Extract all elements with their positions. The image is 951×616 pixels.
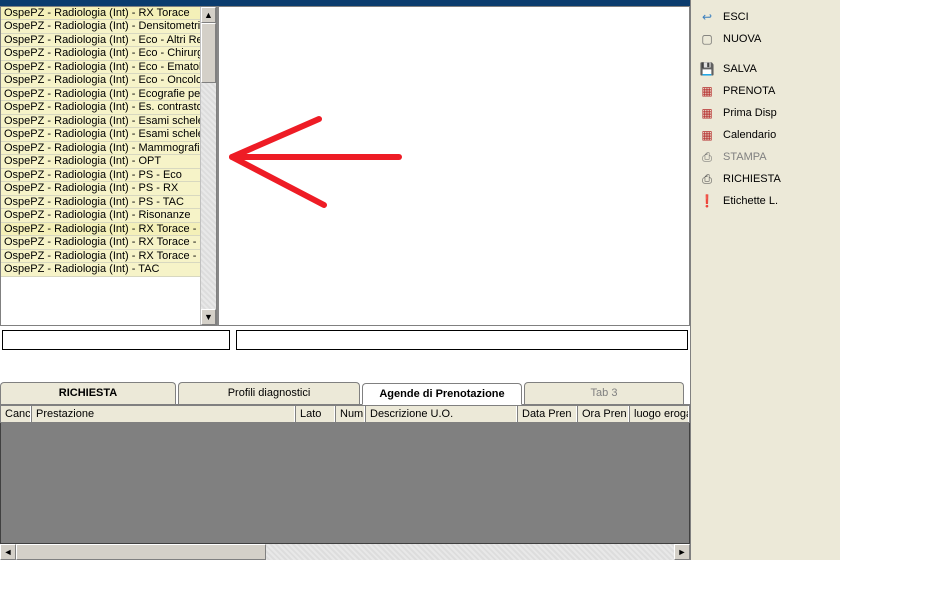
agenda-list: OspePZ - Radiologia (Int) - RX ToraceOsp…: [0, 6, 217, 326]
grid-column-header[interactable]: Num: [335, 406, 365, 422]
grid-column-header[interactable]: Prestazione: [31, 406, 295, 422]
scroll-down-button[interactable]: ▼: [201, 309, 216, 325]
agenda-list-item[interactable]: OspePZ - Radiologia (Int) - Es. contrast…: [1, 101, 200, 115]
stampa-icon: ⎙: [699, 149, 715, 165]
agenda-list-item[interactable]: OspePZ - Radiologia (Int) - PS - TAC: [1, 196, 200, 210]
grid-column-header[interactable]: luogo erogaz: [629, 406, 689, 422]
agenda-list-item[interactable]: OspePZ - Radiologia (Int) - Eco - Ematol…: [1, 61, 200, 75]
hscroll-left-button[interactable]: ◄: [0, 544, 16, 560]
grid-column-header[interactable]: Canc: [1, 406, 31, 422]
left-column: OspePZ - Radiologia (Int) - RX ToraceOsp…: [0, 0, 690, 560]
search-input-2[interactable]: [236, 330, 688, 350]
agenda-list-item[interactable]: OspePZ - Radiologia (Int) - Risonanze: [1, 209, 200, 223]
button-label: ESCI: [723, 11, 832, 23]
blank-area: [840, 0, 951, 560]
tab-tab3[interactable]: Tab 3: [524, 382, 684, 404]
agenda-list-item[interactable]: OspePZ - Radiologia (Int) - PS - Eco: [1, 169, 200, 183]
grid-hscroll[interactable]: ◄ ►: [0, 544, 690, 560]
grid-body: [0, 423, 690, 544]
etichette-icon: ❗: [699, 193, 715, 209]
grid-column-header[interactable]: Descrizione U.O.: [365, 406, 517, 422]
agenda-list-item[interactable]: OspePZ - Radiologia (Int) - RX Torace: [1, 7, 200, 21]
agenda-list-item[interactable]: OspePZ - Radiologia (Int) - Esami schele…: [1, 128, 200, 142]
button-label: Calendario: [723, 129, 832, 141]
agenda-list-item[interactable]: OspePZ - Radiologia (Int) - Mammografie: [1, 142, 200, 156]
grid-header: CancPrestazioneLatoNumDescrizione U.O.Da…: [0, 405, 690, 423]
tab-profili-diagnostici[interactable]: Profili diagnostici: [178, 382, 360, 404]
hscroll-track[interactable]: [16, 544, 674, 560]
prima-disp-icon: ▦: [699, 105, 715, 121]
grid-column-header[interactable]: Ora Pren: [577, 406, 629, 422]
search-row: [0, 326, 690, 354]
top-row: OspePZ - Radiologia (Int) - RX ToraceOsp…: [0, 0, 951, 560]
agenda-list-item[interactable]: OspePZ - Radiologia (Int) - Eco - Altri …: [1, 34, 200, 48]
prenota-button[interactable]: ▦ PRENOTA: [695, 80, 836, 102]
bottom-pad: [0, 560, 951, 610]
tab-agende-prenotazione[interactable]: Agende di Prenotazione: [362, 383, 522, 405]
main-content: OspePZ - Radiologia (Int) - RX ToraceOsp…: [0, 6, 690, 326]
hscroll-thumb[interactable]: [16, 544, 266, 560]
salva-icon: 💾: [699, 61, 715, 77]
agenda-list-item[interactable]: OspePZ - Radiologia (Int) - RX Torace - …: [1, 223, 200, 237]
esci-icon: ↩: [699, 9, 715, 25]
prenota-icon: ▦: [699, 83, 715, 99]
nuova-icon: ▢: [699, 31, 715, 47]
button-label: PRENOTA: [723, 85, 832, 97]
richiesta-button[interactable]: ⎙ RICHIESTA: [695, 168, 836, 190]
salva-button[interactable]: 💾 SALVA: [695, 58, 836, 80]
agenda-list-item[interactable]: OspePZ - Radiologia (Int) - OPT: [1, 155, 200, 169]
agenda-list-item[interactable]: OspePZ - Radiologia (Int) - Densitometri…: [1, 20, 200, 34]
preview-area: [217, 6, 690, 326]
agenda-list-item[interactable]: OspePZ - Radiologia (Int) - Esami schele…: [1, 115, 200, 129]
button-label: STAMPA: [723, 151, 832, 163]
button-label: Etichette L.: [723, 195, 832, 207]
button-label: RICHIESTA: [723, 173, 832, 185]
nuova-button[interactable]: ▢ NUOVA: [695, 28, 836, 50]
calendario-icon: ▦: [699, 127, 715, 143]
tab-richiesta[interactable]: RICHIESTA: [0, 382, 176, 404]
stampa-button: ⎙ STAMPA: [695, 146, 836, 168]
grid-column-header[interactable]: Lato: [295, 406, 335, 422]
button-label: SALVA: [723, 63, 832, 75]
scroll-thumb[interactable]: [201, 23, 216, 83]
app-root: OspePZ - Radiologia (Int) - RX ToraceOsp…: [0, 0, 951, 616]
button-label: NUOVA: [723, 33, 832, 45]
grid-column-header[interactable]: Data Pren: [517, 406, 577, 422]
agenda-list-item[interactable]: OspePZ - Radiologia (Int) - Eco - Oncolo…: [1, 74, 200, 88]
hscroll-right-button[interactable]: ►: [674, 544, 690, 560]
agenda-list-item[interactable]: OspePZ - Radiologia (Int) - PS - RX: [1, 182, 200, 196]
agenda-list-item[interactable]: OspePZ - Radiologia (Int) - TAC: [1, 263, 200, 277]
esci-button[interactable]: ↩ ESCI: [695, 6, 836, 28]
agenda-list-item[interactable]: OspePZ - Radiologia (Int) - RX Torace - …: [1, 236, 200, 250]
annotation-arrow: [214, 107, 414, 227]
right-sidebar: ↩ ESCI ▢ NUOVA 💾 SALVA ▦ PRENOTA ▦ Prima Disp ▦ Cal…: [690, 0, 840, 560]
search-input-1[interactable]: [2, 330, 230, 350]
scroll-up-button[interactable]: ▲: [201, 7, 216, 23]
agenda-list-item[interactable]: OspePZ - Radiologia (Int) - Eco - Chirur…: [1, 47, 200, 61]
agenda-list-item[interactable]: OspePZ - Radiologia (Int) - RX Torace - …: [1, 250, 200, 264]
prima-disp-button[interactable]: ▦ Prima Disp: [695, 102, 836, 124]
richiesta-icon: ⎙: [699, 171, 715, 187]
agenda-list-item[interactable]: OspePZ - Radiologia (Int) - Ecografie pe…: [1, 88, 200, 102]
calendario-button[interactable]: ▦ Calendario: [695, 124, 836, 146]
etichette-button[interactable]: ❗ Etichette L.: [695, 190, 836, 212]
tabs-row: RICHIESTA Profili diagnostici Agende di …: [0, 383, 690, 405]
button-label: Prima Disp: [723, 107, 832, 119]
